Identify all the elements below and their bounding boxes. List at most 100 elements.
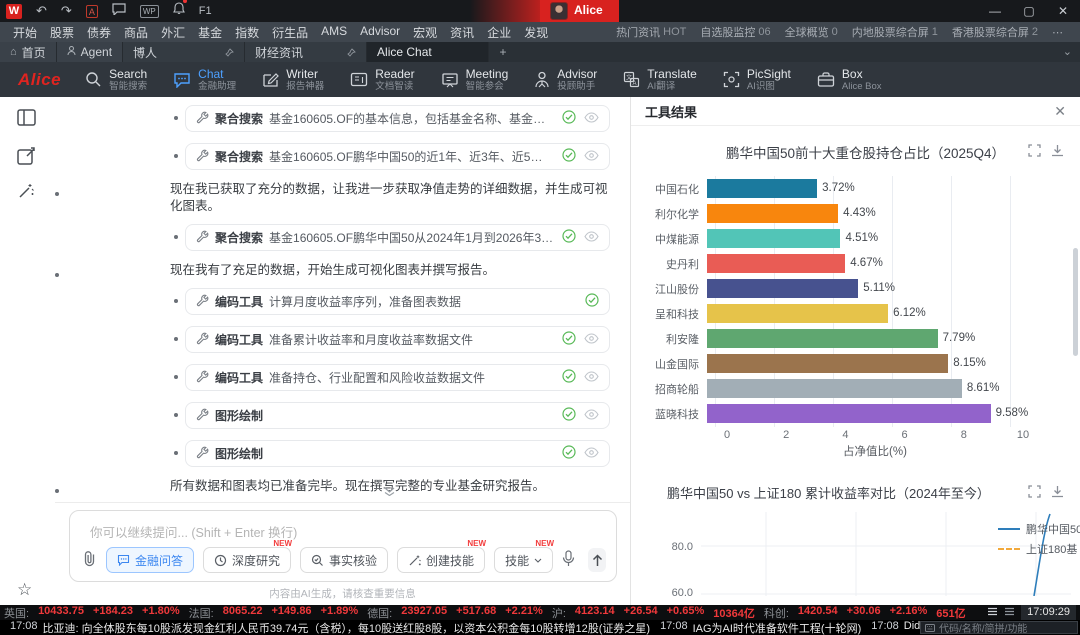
quick-screen-link[interactable]: ⋯ (1052, 26, 1066, 39)
new-chat-icon[interactable] (17, 147, 36, 168)
notification-bell-icon[interactable] (173, 0, 185, 22)
chat-input-placeholder[interactable]: 你可以继续提问... (Shift + Enter 换行) (90, 522, 297, 541)
panel-scrollbar[interactable] (1073, 248, 1078, 356)
menu-item[interactable]: 衍生品 (272, 24, 308, 41)
alice-tool-picsight[interactable]: PicSightAI识图 (723, 68, 791, 92)
wind-logo-icon[interactable]: W (6, 4, 22, 19)
code-search-box[interactable]: 代码/名称/简拼/功能 (920, 621, 1078, 634)
scroll-to-bottom-icon[interactable] (383, 485, 396, 499)
wrench-tool-icon (196, 370, 209, 386)
tabbar-chevron-down-icon[interactable]: ⌄ (1063, 42, 1072, 62)
menu-item[interactable]: 外汇 (161, 24, 185, 41)
view-result-eye-icon[interactable] (584, 231, 599, 245)
list-view-icon[interactable] (1004, 607, 1015, 619)
f1-help-icon[interactable]: F1 (199, 0, 212, 22)
view-result-eye-icon[interactable] (584, 371, 599, 385)
view-result-eye-icon[interactable] (584, 150, 599, 164)
redo-icon[interactable]: ↷ (61, 0, 72, 22)
undo-icon[interactable]: ↶ (36, 0, 47, 22)
tool-call-card[interactable]: 图形绘制 (185, 402, 610, 429)
view-result-eye-icon[interactable] (584, 409, 599, 423)
mode-deep-research-button[interactable]: NEW 深度研究 (203, 547, 291, 573)
new-tab-button[interactable]: + (489, 42, 517, 62)
quick-screen-link[interactable]: 香港股票综合屏2 (952, 24, 1038, 40)
menu-item[interactable]: Advisor (360, 24, 400, 41)
alice-tool-translate[interactable]: 文A TranslateAI翻译 (623, 68, 697, 92)
menu-item[interactable]: 基金 (198, 24, 222, 41)
tab-finance-news[interactable]: 财经资讯 (245, 42, 367, 62)
chart-legend: 鹏华中国50 上证180基 (998, 519, 1080, 559)
success-check-icon (562, 331, 576, 348)
panel-close-icon[interactable]: ✕ (1054, 103, 1066, 120)
mode-finance-qa-button[interactable]: 金融问答 (106, 547, 194, 573)
pin-icon[interactable] (347, 48, 356, 57)
tab-home[interactable]: ⌂ 首页 (0, 42, 57, 62)
menu-item[interactable]: 债券 (87, 24, 111, 41)
history-panel-toggle-icon[interactable] (17, 109, 36, 129)
favorites-star-icon[interactable]: ☆ (17, 580, 32, 600)
tool-call-card[interactable]: 图形绘制 (185, 440, 610, 467)
view-result-eye-icon[interactable] (584, 112, 599, 126)
news-headline[interactable]: 17:08IAG为AI时代准备软件工程(十轮网) (660, 620, 861, 635)
view-result-eye-icon[interactable] (584, 333, 599, 347)
svg-text:80.0: 80.0 (672, 541, 693, 553)
menu-item[interactable]: 股票 (50, 24, 74, 41)
alice-title-badge[interactable]: Alice (470, 0, 619, 22)
keyboard-icon (925, 624, 935, 632)
tool-call-card[interactable]: 编码工具 计算月度收益率序列，准备图表数据 (185, 288, 610, 315)
alice-logo: Alice (18, 70, 61, 90)
skills-dropdown-button[interactable]: NEW 技能 (494, 547, 553, 573)
alice-tool-reader[interactable]: Reader文档智读 (350, 68, 414, 92)
magic-wand-icon[interactable] (17, 182, 35, 203)
menu-item[interactable]: 商品 (124, 24, 148, 41)
mode-create-skill-button[interactable]: NEW 创建技能 (397, 547, 485, 573)
download-chart-icon[interactable] (1051, 144, 1064, 160)
news-headline[interactable]: 17:08Did Applied Digital’ s US$2.15 Bill… (871, 620, 920, 635)
menu-item[interactable]: 发现 (524, 24, 548, 41)
menu-item[interactable]: 宏观 (413, 24, 437, 41)
download-chart-icon[interactable] (1051, 485, 1064, 501)
alice-tool-box[interactable]: BoxAlice Box (817, 68, 882, 92)
alice-tool-writer[interactable]: Writer报告神器 (262, 68, 324, 92)
wp-icon[interactable]: WP (140, 5, 159, 18)
tab-agent[interactable]: Agent (57, 42, 123, 62)
window-close-button[interactable]: ✕ (1046, 0, 1080, 22)
expand-fullscreen-icon[interactable] (1028, 144, 1041, 160)
list-view-icon[interactable] (987, 607, 998, 619)
menu-item[interactable]: 资讯 (450, 24, 474, 41)
quick-screen-link[interactable]: 热门资讯HOT (616, 24, 686, 40)
quick-screen-link[interactable]: 内地股票综合屏1 (852, 24, 938, 40)
menu-item[interactable]: 指数 (235, 24, 259, 41)
attachment-paperclip-icon[interactable] (82, 550, 97, 570)
tool-call-card[interactable]: 编码工具 准备累计收益率和月度收益率数据文件 (185, 326, 610, 353)
chat-input-box[interactable]: 你可以继续提问... (Shift + Enter 换行) 金融问答 NEW 深… (69, 510, 617, 582)
news-headline[interactable]: 17:08比亚迪: 向全体股东每10股派发现金红利人民币39.74元（含税），每… (10, 620, 650, 635)
tool-call-card[interactable]: 编码工具 准备持仓、行业配置和风险收益数据文件 (185, 364, 610, 391)
alice-tool-advisor[interactable]: Advisor投顾助手 (534, 68, 597, 92)
alice-tool-meeting[interactable]: Meeting智能参会 (441, 68, 509, 92)
window-maximize-button[interactable]: ▢ (1012, 0, 1046, 22)
mode-fact-check-button[interactable]: 事实核验 (300, 547, 388, 573)
voice-mic-icon[interactable] (562, 550, 575, 570)
menu-item[interactable]: AMS (321, 24, 347, 41)
tool-call-card[interactable]: 聚合搜索 基金160605.OF鹏华中国50的近1年、近3年、近5年、成立以来收… (185, 143, 610, 170)
quote-a-icon[interactable]: A (86, 5, 98, 18)
tool-call-card[interactable]: 聚合搜索 基金160605.OF鹏华中国50从2024年1月到2026年3月的月… (185, 224, 610, 251)
alice-tool-search[interactable]: Search智能搜索 (85, 68, 147, 92)
alice-tool-chat[interactable]: Chat金融助理 (173, 68, 236, 92)
menu-item[interactable]: 企业 (487, 24, 511, 41)
tab-boren[interactable]: 博人 (123, 42, 245, 62)
message-bubble-icon[interactable] (112, 0, 126, 22)
index-token: 德国: (367, 605, 392, 620)
tab-alice-chat[interactable]: Alice Chat (367, 42, 489, 62)
send-button[interactable] (588, 548, 606, 572)
chat-message: 编码工具 计算月度收益率序列，准备图表数据 (55, 288, 630, 315)
expand-fullscreen-icon[interactable] (1028, 485, 1041, 501)
menu-item[interactable]: 开始 (13, 24, 37, 41)
view-result-eye-icon[interactable] (584, 447, 599, 461)
quick-screen-link[interactable]: 自选股监控06 (700, 24, 770, 40)
tool-call-card[interactable]: 聚合搜索 基金160605.OF的基本信息，包括基金名称、基金类型、成立日期、基… (185, 105, 610, 132)
pin-icon[interactable] (225, 48, 234, 57)
quick-screen-link[interactable]: 全球概览0 (785, 24, 838, 40)
window-minimize-button[interactable]: — (978, 0, 1012, 22)
